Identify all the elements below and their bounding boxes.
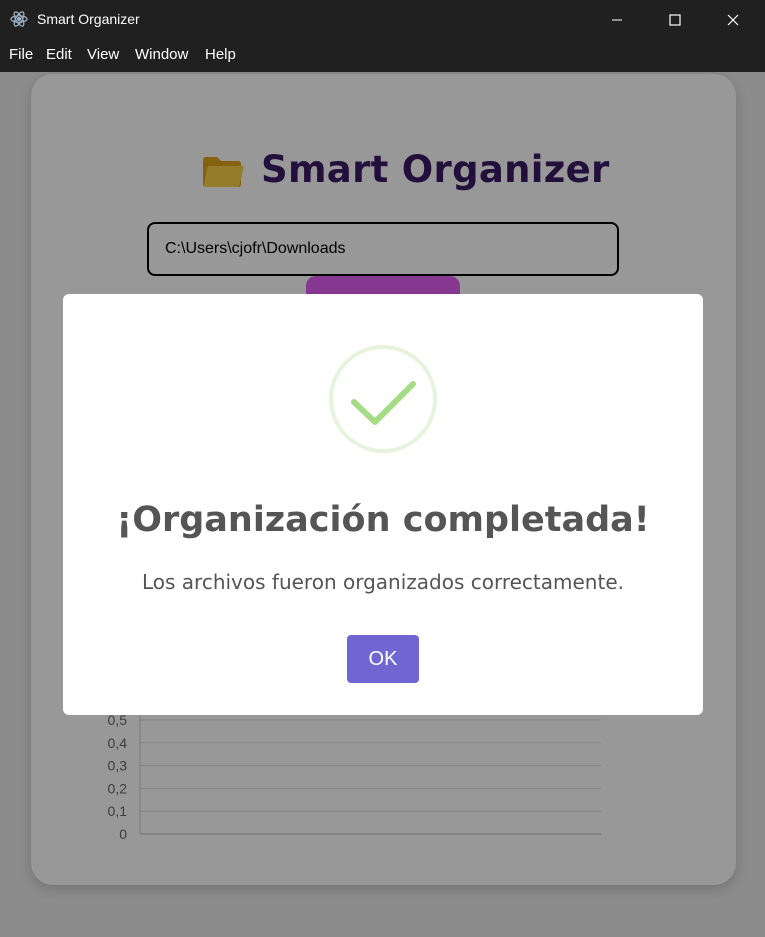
menu-bar: File Edit View Window Help [0, 39, 765, 72]
window-title: Smart Organizer [37, 11, 140, 27]
maximize-icon [669, 13, 681, 26]
menu-window[interactable]: Window [135, 46, 188, 63]
maximize-button[interactable] [646, 0, 704, 39]
title-bar: Smart Organizer [0, 0, 765, 39]
dialog-title: ¡Organización completada! [116, 500, 650, 540]
menu-help[interactable]: Help [205, 46, 236, 63]
menu-file[interactable]: File [9, 46, 33, 63]
ok-button[interactable]: OK [347, 635, 419, 683]
dialog-message: Los archivos fueron organizados correcta… [141, 570, 624, 594]
app-content: Smart Organizer 0,50,40,30,20,10 ¡Organi… [0, 72, 765, 937]
success-dialog: ¡Organización completada! Los archivos f… [63, 294, 703, 715]
electron-app-icon [10, 11, 28, 27]
menu-edit[interactable]: Edit [46, 46, 72, 63]
menu-view[interactable]: View [87, 46, 119, 63]
close-icon [727, 14, 739, 25]
minimize-icon [612, 19, 622, 20]
success-check-icon [329, 345, 437, 453]
close-button[interactable] [704, 0, 762, 39]
minimize-button[interactable] [588, 0, 646, 39]
